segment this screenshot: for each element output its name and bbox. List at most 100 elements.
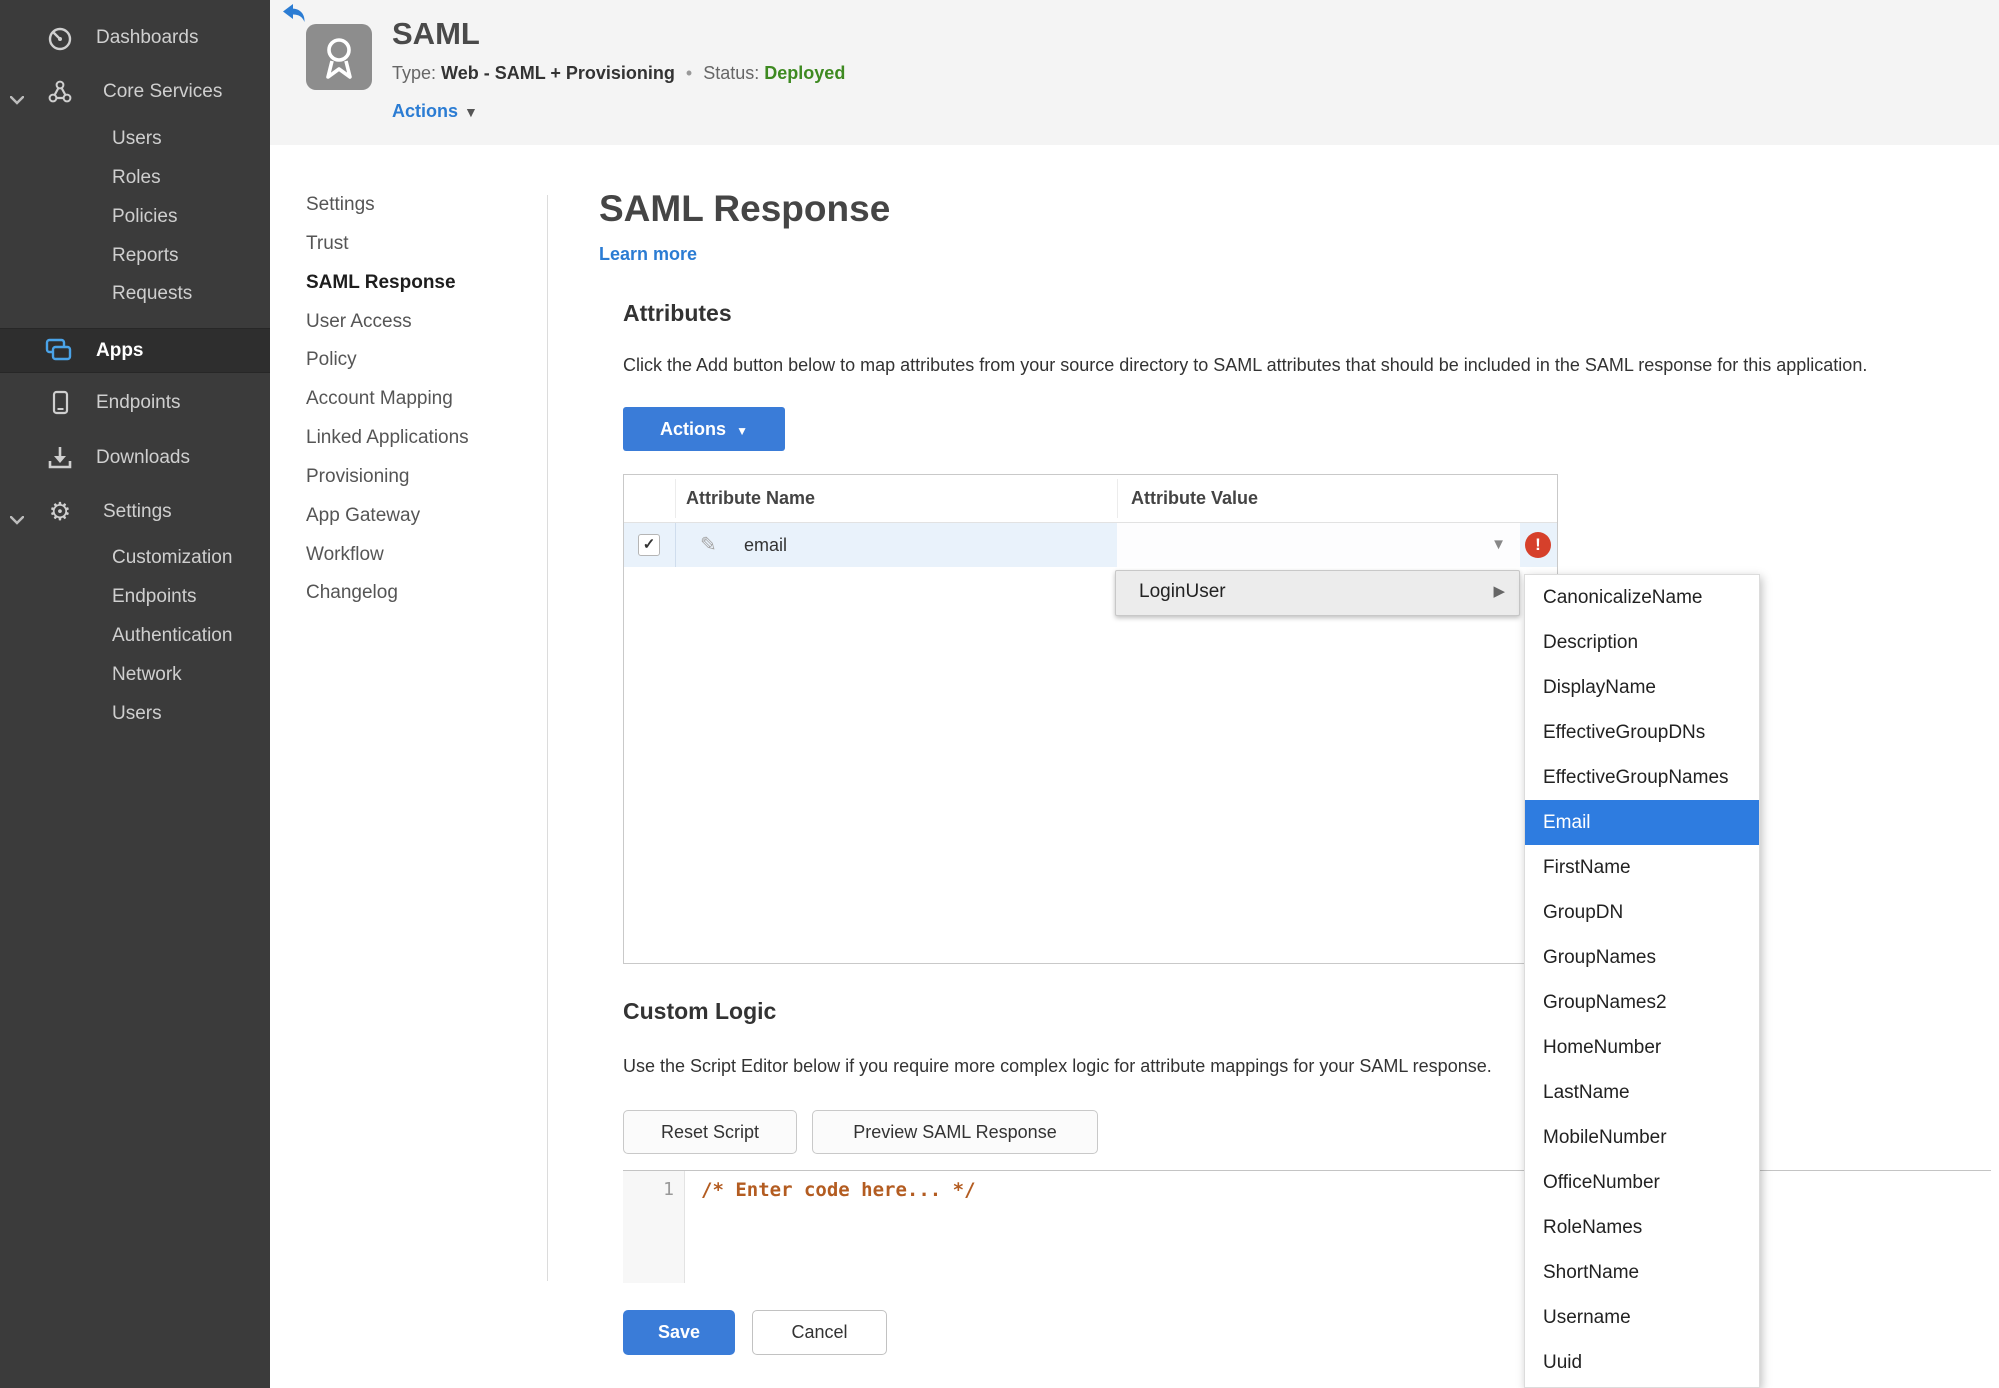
saml-app-icon [306,24,372,90]
menu-item-displayname[interactable]: DisplayName [1525,665,1759,710]
gear-icon: ⚙ [48,498,72,526]
tab-trust[interactable]: Trust [306,229,349,259]
menu-item-lastname[interactable]: LastName [1525,1070,1759,1115]
menu-item-username[interactable]: Username [1525,1295,1759,1340]
back-arrow-icon[interactable] [282,3,308,25]
editor-gutter: 1 [623,1171,685,1283]
type-label: Type: [392,63,437,83]
checkbox-cell: ✓ [624,523,676,567]
column-divider [675,479,676,518]
app-title: SAML [392,16,480,51]
tab-settings[interactable]: Settings [306,190,375,220]
attribute-name-cell[interactable]: email [744,523,787,567]
endpoint-device-icon [44,389,76,417]
submenu-arrow-icon: ▶ [1493,583,1505,600]
menu-item-email-selected[interactable]: Email [1525,800,1759,845]
download-icon [44,444,76,472]
page-title: SAML Response [599,188,891,229]
menu-item-description[interactable]: Description [1525,620,1759,665]
header-actions-menu[interactable]: Actions ▼ [392,101,478,122]
tab-provisioning[interactable]: Provisioning [306,462,410,492]
nav-content-divider [547,195,548,1281]
menu-item-mobilenumber[interactable]: MobileNumber [1525,1115,1759,1160]
dashboard-icon [44,24,76,52]
menu-item-effectivegroupnames[interactable]: EffectiveGroupNames [1525,755,1759,800]
attributes-actions-button[interactable]: Actions ▼ [623,407,785,451]
actions-label: Actions [392,101,459,121]
menu-item-officenumber[interactable]: OfficeNumber [1525,1160,1759,1205]
app-header: SAML Type: Web - SAML + Provisioning • S… [270,0,1999,145]
status-badge: Deployed [764,63,846,83]
sidebar-item-label: Core Services [103,81,223,102]
menu-item-uuid[interactable]: Uuid [1525,1340,1759,1385]
tab-account-mapping[interactable]: Account Mapping [306,384,453,414]
sidebar-item-label: Network [112,664,182,685]
reset-script-button[interactable]: Reset Script [623,1110,797,1154]
sidebar-item-label: Endpoints [112,586,197,607]
sidebar-item-label: Users [112,703,162,724]
actions-button-label: Actions [660,418,727,439]
attribute-value-dropdown[interactable]: ▼ [1117,523,1520,567]
menu-item-rolenames[interactable]: RoleNames [1525,1205,1759,1250]
sidebar-item-label: Endpoints [96,392,181,413]
sidebar-item-apps-active[interactable]: Apps [0,328,270,373]
custom-logic-heading: Custom Logic [623,998,777,1024]
editor-code[interactable]: /* Enter code here... */ [701,1179,976,1201]
sidebar-item-label: Customization [112,547,233,568]
sidebar-item-label: Users [112,128,162,149]
column-divider [1117,479,1118,518]
custom-logic-description: Use the Script Editor below if you requi… [623,1056,1492,1076]
preview-saml-response-button[interactable]: Preview SAML Response [812,1110,1098,1154]
cancel-button[interactable]: Cancel [752,1310,887,1355]
app-window: Dashboards Core Services Users Roles Pol… [0,0,1999,1388]
sidebar: Dashboards Core Services Users Roles Pol… [0,0,270,1388]
core-services-icon [44,78,76,106]
attributes-heading: Attributes [623,300,732,326]
menu-item-groupnames[interactable]: GroupNames [1525,935,1759,980]
menu-item-label: LoginUser [1139,581,1226,602]
tab-user-access[interactable]: User Access [306,307,412,337]
sidebar-item-label: Authentication [112,625,233,646]
caret-down-icon: ▼ [1491,536,1506,553]
edit-pencil-icon[interactable]: ✎ [700,532,717,557]
app-meta: Type: Web - SAML + Provisioning • Status… [392,63,845,84]
menu-item-homenumber[interactable]: HomeNumber [1525,1025,1759,1070]
menu-item-effectivegroupdns[interactable]: EffectiveGroupDNs [1525,710,1759,755]
error-cell: ! [1520,523,1557,567]
menu-item-firstname[interactable]: FirstName [1525,845,1759,890]
column-header-attribute-name: Attribute Name [686,488,816,508]
error-icon: ! [1525,532,1551,558]
menu-item-groupdn[interactable]: GroupDN [1525,890,1759,935]
tab-linked-applications[interactable]: Linked Applications [306,423,469,453]
sidebar-item-label: Reports [112,245,179,266]
caret-down-icon: ▼ [464,104,478,120]
sidebar-item-label: Settings [103,501,172,522]
tab-workflow[interactable]: Workflow [306,540,384,570]
row-checkbox[interactable]: ✓ [638,534,660,556]
separator-dot: • [685,63,693,83]
dropdown-menu-loginuser[interactable]: LoginUser ▶ [1115,570,1520,616]
table-header-row: Attribute Name Attribute Value [624,475,1557,523]
menu-item-canonicalizename[interactable]: CanonicalizeName [1525,575,1759,620]
sidebar-item-label: Dashboards [96,27,199,48]
sidebar-item-label: Downloads [96,447,190,468]
apps-icon [44,337,76,365]
attribute-submenu: CanonicalizeName Description DisplayName… [1524,574,1760,1388]
chevron-down-icon[interactable] [9,85,25,115]
menu-item-shortname[interactable]: ShortName [1525,1250,1759,1295]
menu-item-groupnames2[interactable]: GroupNames2 [1525,980,1759,1025]
tab-app-gateway[interactable]: App Gateway [306,501,420,531]
tab-policy[interactable]: Policy [306,345,357,375]
sidebar-item-label: Apps [96,340,144,361]
save-button[interactable]: Save [623,1310,735,1355]
learn-more-link[interactable]: Learn more [599,244,697,265]
attributes-description: Click the Add button below to map attrib… [623,355,1868,375]
attributes-table: Attribute Name Attribute Value ✓ ✎ email… [623,474,1558,964]
column-header-attribute-value: Attribute Value [1131,488,1259,508]
table-row[interactable]: ✓ ✎ email ▼ ! [624,523,1557,567]
tab-saml-response[interactable]: SAML Response [306,268,456,298]
sidebar-item-label: Policies [112,206,178,227]
chevron-down-icon[interactable] [9,505,25,535]
script-editor[interactable]: 1 /* Enter code here... */ [623,1170,1991,1283]
tab-changelog[interactable]: Changelog [306,578,398,608]
